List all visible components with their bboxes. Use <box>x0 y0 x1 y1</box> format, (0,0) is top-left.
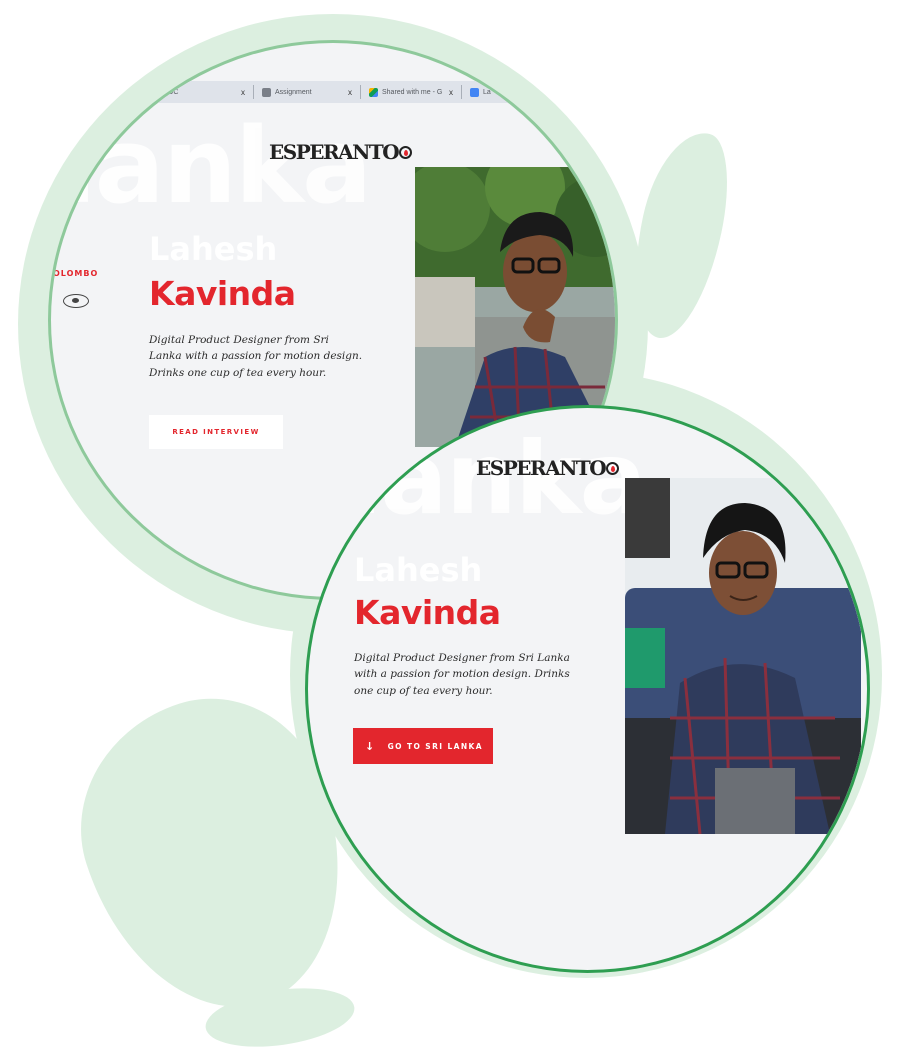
drop-icon <box>399 145 413 159</box>
portrait-photo <box>625 478 861 834</box>
people-icon <box>262 87 271 97</box>
bio-text: Digital Product Designer from Sri Lanka … <box>354 652 570 697</box>
browser-tab[interactable]: La <box>464 81 524 103</box>
browser-tab[interactable]: Shared with me - G x <box>363 81 459 103</box>
eye-icon[interactable] <box>63 294 89 308</box>
drop-icon <box>606 461 620 475</box>
close-icon[interactable]: x <box>348 88 352 97</box>
close-icon[interactable]: x <box>241 88 245 97</box>
drive-icon <box>369 87 378 97</box>
tab-label: La <box>483 88 491 96</box>
person-indoor-image <box>625 478 861 834</box>
tab-divider <box>253 85 254 99</box>
tab-divider <box>360 85 361 99</box>
browser-tab[interactable]: Assignment x <box>256 81 358 103</box>
tab-label: Assignment <box>275 88 312 96</box>
read-interview-button[interactable]: READ INTERVIEW <box>149 415 283 449</box>
background-watermark-text: lanka <box>61 105 372 227</box>
bio-text: Digital Product Designer from Sri Lanka … <box>149 334 363 379</box>
screenshot-circle-design: lanka ESPERANTO Lahesh Kavinda Digital P… <box>305 405 870 973</box>
browser-tab-strip: ...DOC x Assignment x Shared with me - G… <box>51 81 615 103</box>
logo-text: ESPERANTO <box>269 140 400 164</box>
first-name-heading: Lahesh <box>354 551 483 589</box>
last-name-heading: Kavinda <box>354 593 501 632</box>
button-label: GO TO SRI LANKA <box>387 741 483 751</box>
location-label: OLOMBO <box>53 269 99 278</box>
tab-label: ...DOC <box>157 88 179 96</box>
browser-tab[interactable]: ...DOC x <box>151 81 251 103</box>
logo-text: ESPERANTO <box>476 456 607 480</box>
tab-label: Shared with me - G <box>382 88 443 96</box>
first-name-heading: Lahesh <box>149 230 278 268</box>
esperanto-logo[interactable]: ESPERANTO <box>269 140 413 164</box>
go-to-sri-lanka-button[interactable]: ↓ GO TO SRI LANKA <box>353 728 493 764</box>
docs-icon <box>470 87 479 97</box>
arrow-down-icon: ↓ <box>365 739 376 753</box>
last-name-heading: Kavinda <box>149 274 296 313</box>
close-icon[interactable]: x <box>449 88 453 97</box>
tab-divider <box>461 85 462 99</box>
esperanto-logo[interactable]: ESPERANTO <box>476 456 620 480</box>
